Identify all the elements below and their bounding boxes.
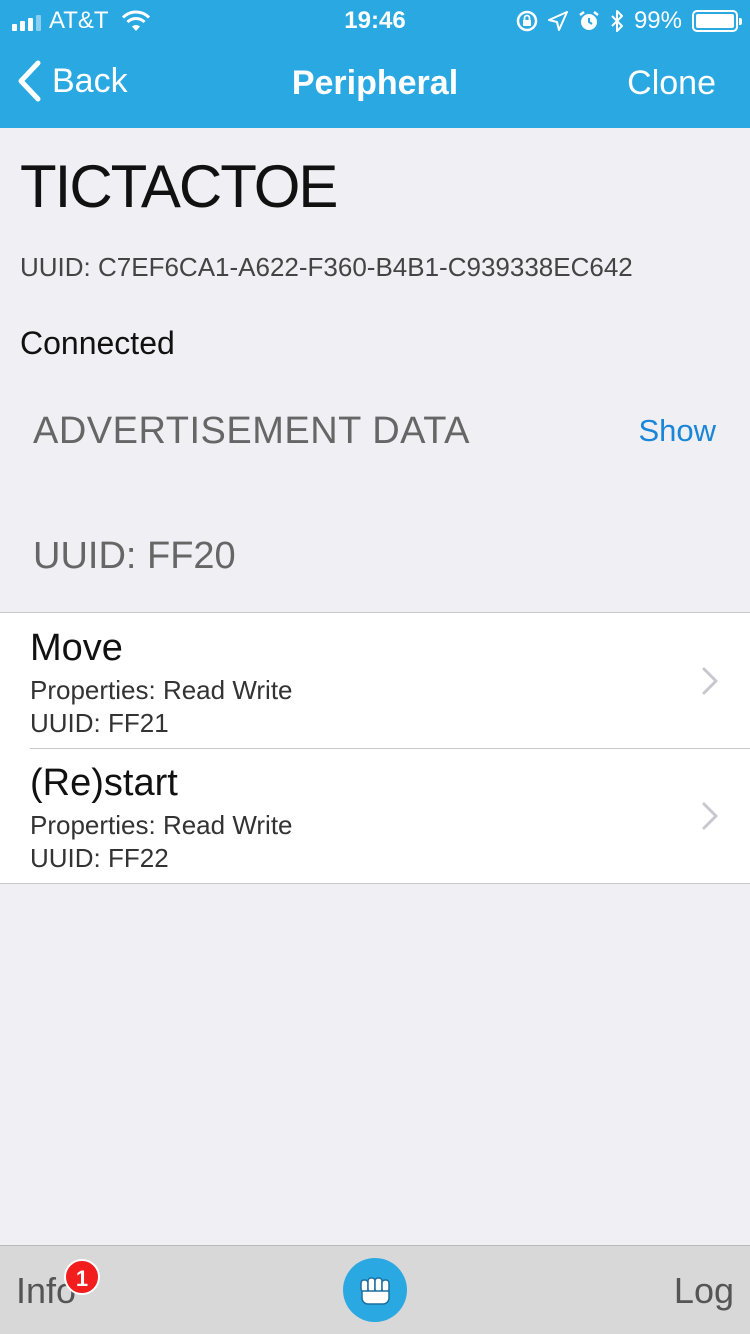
- service-uuid-header: UUID: FF20: [33, 535, 236, 577]
- status-bar: AT&T 19:46 99%: [0, 0, 750, 40]
- fist-icon: [360, 1277, 390, 1305]
- bottom-tab-bar: Info 1 Log: [0, 1245, 750, 1334]
- location-icon: [547, 11, 568, 31]
- battery-icon: [692, 10, 742, 32]
- log-tab[interactable]: Log: [674, 1270, 734, 1312]
- connection-status: Connected: [20, 325, 175, 361]
- chevron-right-icon: [702, 802, 718, 830]
- show-advertisement-button[interactable]: Show: [638, 413, 716, 449]
- characteristic-uuid: UUID: FF22: [30, 843, 169, 873]
- battery-fill: [696, 14, 734, 28]
- peripheral-uuid: UUID: C7EF6CA1-A622-F360-B4B1-C939338EC6…: [20, 252, 633, 282]
- characteristic-row-restart[interactable]: (Re)start Properties: Read Write UUID: F…: [0, 748, 750, 883]
- advertisement-data-header: ADVERTISEMENT DATA: [33, 410, 470, 452]
- characteristic-uuid: UUID: FF21: [30, 708, 169, 738]
- top-bar: AT&T 19:46 99% Back Peripheral Clone: [0, 0, 750, 128]
- center-tab-button[interactable]: [343, 1258, 407, 1322]
- characteristics-list: Move Properties: Read Write UUID: FF21 (…: [0, 612, 750, 884]
- rotation-lock-icon: [516, 10, 538, 32]
- characteristic-name: Move: [30, 627, 123, 669]
- characteristic-row-move[interactable]: Move Properties: Read Write UUID: FF21: [0, 613, 750, 748]
- info-badge: 1: [64, 1259, 100, 1295]
- status-right: 99%: [516, 7, 742, 35]
- characteristic-properties: Properties: Read Write: [30, 810, 293, 840]
- clone-button[interactable]: Clone: [627, 64, 716, 103]
- characteristic-properties: Properties: Read Write: [30, 675, 293, 705]
- navigation-bar: Back Peripheral Clone: [0, 40, 750, 128]
- battery-percent: 99%: [633, 7, 682, 34]
- peripheral-name: TICTACTOE: [20, 153, 338, 220]
- bluetooth-icon: [611, 10, 623, 32]
- characteristic-name: (Re)start: [30, 762, 178, 804]
- chevron-right-icon: [702, 667, 718, 695]
- alarm-icon: [579, 11, 599, 30]
